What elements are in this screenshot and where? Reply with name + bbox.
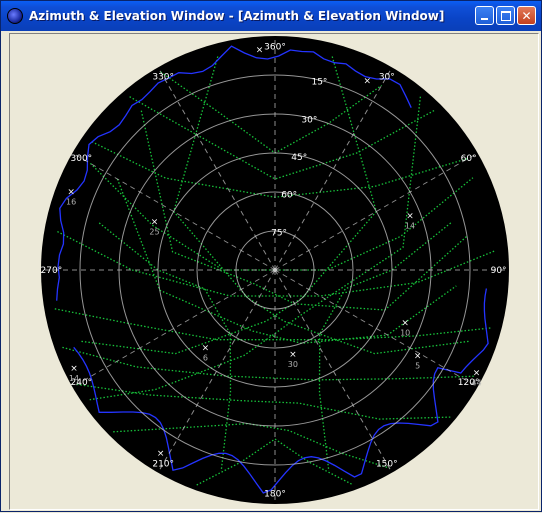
satellite-x-icon: × [364, 77, 372, 87]
satellite-id: 14 [69, 374, 79, 383]
azimuth-label: 330° [152, 72, 174, 82]
satellite-x-icon: × [157, 449, 165, 459]
minimize-button[interactable] [475, 6, 494, 25]
elevation-label: 60° [281, 191, 297, 201]
azimuth-label: 360° [264, 42, 286, 52]
satellite-marker[interactable]: × [364, 77, 372, 87]
azimuth-label: 150° [376, 460, 398, 470]
client-area: 360° 30° 60° 90° 120° 150° 180° 210° 240° 270° 300… [4, 31, 539, 510]
azimuth-label: 60° [461, 154, 477, 164]
elevation-label: 15° [311, 78, 327, 88]
satellite-marker[interactable]: ×16 [66, 188, 76, 207]
satellite-marker[interactable]: ×25 [149, 217, 159, 236]
satellite-x-icon: × [67, 188, 75, 198]
globe-icon[interactable] [7, 8, 23, 24]
satellite-marker[interactable]: ×14 [405, 211, 415, 230]
satellite-x-icon: × [256, 46, 264, 56]
azimuth-label: 30° [379, 72, 395, 82]
sky-plot-frame: 360° 30° 60° 90° 120° 150° 180° 210° 240° 270° 300… [9, 33, 539, 510]
satellite-x-icon: × [289, 350, 297, 360]
satellite-id: 30 [288, 360, 298, 369]
elevation-label: 30° [301, 115, 317, 125]
elevation-label: 75° [271, 228, 287, 238]
satellite-id: 25 [149, 227, 159, 236]
satellite-marker[interactable]: ×30 [288, 350, 298, 369]
satellite-id: 14 [405, 221, 415, 230]
satellite-x-icon: × [473, 369, 481, 379]
maximize-button[interactable] [496, 6, 515, 25]
window-title: Azimuth & Elevation Window - [Azimuth & … [29, 9, 445, 23]
satellite-marker[interactable]: ×44 [471, 369, 481, 388]
title-bar[interactable]: Azimuth & Elevation Window - [Azimuth & … [1, 1, 541, 31]
azimuth-label: 210° [152, 460, 174, 470]
satellite-x-icon: × [202, 343, 210, 353]
satellite-x-icon: × [401, 319, 409, 329]
satellite-marker[interactable]: ×14 [69, 364, 79, 383]
maximize-icon [500, 10, 511, 21]
azimuth-label: 300° [71, 154, 93, 164]
satellite-marker[interactable]: ×10 [400, 319, 410, 338]
satellite-x-icon: × [70, 364, 78, 374]
elevation-label: 45° [291, 153, 307, 163]
satellite-id: 10 [400, 329, 410, 338]
azimuth-label: 90° [491, 266, 507, 276]
zenith-dot [273, 268, 277, 272]
close-button[interactable]: ✕ [517, 6, 536, 25]
minimize-icon [481, 18, 488, 20]
satellite-id: 6 [203, 353, 208, 362]
application-window: Azimuth & Elevation Window - [Azimuth & … [0, 0, 542, 512]
satellite-id: 5 [415, 362, 420, 371]
close-icon: ✕ [521, 8, 532, 23]
azimuth-label: 180° [264, 490, 286, 500]
azimuth-label: 270° [41, 266, 63, 276]
satellite-x-icon: × [151, 217, 159, 227]
satellite-x-icon: × [406, 211, 414, 221]
satellite-id: 44 [471, 379, 481, 388]
satellite-marker[interactable]: × [256, 46, 264, 56]
satellite-id: 16 [66, 198, 76, 207]
satellite-x-icon: × [414, 352, 422, 362]
sky-plot[interactable]: 360°30°60°90°120°150°180°210°240°270°300… [10, 34, 538, 509]
satellite-marker[interactable]: × [157, 449, 165, 459]
